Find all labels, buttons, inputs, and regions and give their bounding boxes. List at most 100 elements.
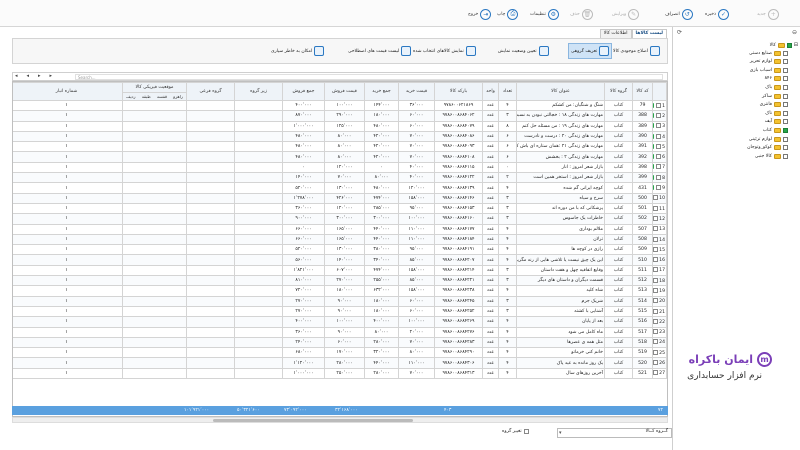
tree-checkbox[interactable] <box>783 59 788 65</box>
cell-barcode[interactable]: ۹۷۸۶۰۰۸۶۸۴۲۱۴ <box>434 264 483 277</box>
cell-group[interactable]: کتاب <box>604 161 633 174</box>
cell-qty[interactable]: ۰ <box>498 161 517 174</box>
cell-code[interactable]: 390 <box>632 130 653 143</box>
cell-unit[interactable]: عدد <box>482 99 499 112</box>
cell-qty[interactable]: ۴ <box>498 254 517 266</box>
row-checkbox[interactable] <box>655 154 661 160</box>
tree-checkbox[interactable] <box>786 42 792 48</box>
chevron-down-icon[interactable]: ▾ <box>559 430 562 436</box>
cell-sell[interactable]: ۱۶۵٬۰۰۰ <box>324 223 365 235</box>
cell-code[interactable]: 517 <box>632 326 653 338</box>
table-row[interactable]: 16 510 کتاب این یک چیق نیست یا تلاشی هایی … <box>13 254 667 266</box>
cell-empty[interactable] <box>186 244 235 256</box>
table-row[interactable]: 13 507 کتاب ملالم بوداری ۴ عدد ۹۷۸۶۰۰۸۶۸۴۱۷۷ ۱… <box>13 223 667 235</box>
cell-unit[interactable]: عدد <box>482 254 499 266</box>
cell-empty[interactable] <box>186 223 235 235</box>
cell-qty[interactable]: ۴ <box>498 244 517 256</box>
add-button[interactable]: + جدید <box>757 4 779 24</box>
cell-wh[interactable]: ۱ <box>13 264 123 277</box>
col-header-9[interactable]: قیمت فروش <box>324 82 365 101</box>
search-input[interactable]: Search... <box>75 74 663 80</box>
row-selector[interactable]: 22 <box>652 316 667 328</box>
cell-group[interactable]: کتاب <box>604 223 633 235</box>
cell-group[interactable]: کتاب <box>604 275 633 287</box>
tree-checkbox[interactable] <box>783 119 788 125</box>
cell-wh[interactable]: ۱ <box>13 305 123 318</box>
row-checkbox[interactable] <box>653 267 658 273</box>
cell-unit[interactable]: عدد <box>482 172 499 184</box>
row-selector[interactable]: 4 <box>652 130 667 143</box>
cell-qty[interactable]: ۶ <box>498 151 517 163</box>
cell-empty[interactable] <box>186 264 235 277</box>
cell-code[interactable]: 388 <box>632 110 653 122</box>
cell-empty[interactable] <box>122 285 187 297</box>
cell-group[interactable]: کتاب <box>604 326 633 338</box>
cell-wh[interactable]: ۱ <box>13 233 123 246</box>
row-checkbox[interactable] <box>655 123 661 129</box>
row-selector[interactable]: 11 <box>652 202 667 215</box>
cell-buy[interactable]: ۱۰۰٬۰۰۰ <box>398 316 435 328</box>
cell-title[interactable]: آخرین روزهای سال <box>516 367 605 380</box>
cell-empty[interactable] <box>186 367 235 380</box>
cell-sell[interactable]: ۲۹۰٬۰۰۰ <box>324 110 365 122</box>
cell-group[interactable]: کتاب <box>604 367 633 380</box>
table-row[interactable]: 14 508 کتاب ترلان ۴ عدد ۹۷۸۶۰۰۸۶۸۴۱۸۴ ۱۱۰٬۰۰۰ ۴… <box>13 233 667 246</box>
cell-group[interactable]: کتاب <box>604 347 633 359</box>
cell-sellsum[interactable]: ۶۸۰٬۰۰۰ <box>282 347 325 359</box>
cell-group[interactable]: کتاب <box>604 130 633 143</box>
table-row[interactable]: 24 518 کتاب مثل همه ی عصرها ۴ عدد ۹۷۸۶۰۰۸۶۸۴۲… <box>13 336 667 349</box>
cell-code[interactable]: 515 <box>632 305 653 318</box>
cell-title[interactable]: یک روز مانده به عید پاک <box>516 357 605 369</box>
tree-checkbox[interactable] <box>783 127 788 133</box>
tree-item[interactable]: صنایع دستی <box>673 49 798 57</box>
cell-title[interactable]: مهارت های زندگی ۲ : بخشش <box>516 151 605 163</box>
cell-sellsum[interactable]: ۱٬۱۲۰٬۰۰۰ <box>282 357 325 369</box>
cell-empty[interactable] <box>234 244 283 256</box>
cell-empty[interactable] <box>186 233 235 246</box>
exit-button[interactable]: ⇥ خروج <box>468 4 492 24</box>
cell-empty[interactable] <box>186 305 235 318</box>
cell-qty[interactable]: ۳ <box>498 275 517 287</box>
cell-empty[interactable] <box>234 326 283 338</box>
cell-buysum[interactable]: ۶۳۲٬۰۰۰ <box>364 285 399 297</box>
col-header-14[interactable]: شماره انبار <box>13 82 123 101</box>
cell-title[interactable]: مهارت های زندگی ۱۹ : من مسئله حل کنم <box>516 120 605 132</box>
cell-buy[interactable]: ۱۱۰٬۰۰۰ <box>398 233 435 246</box>
cell-buysum[interactable]: ۲۸۰٬۰۰۰ <box>364 367 399 380</box>
cell-buysum[interactable]: ۲۸۵٬۰۰۰ <box>364 202 399 215</box>
settings-button[interactable]: ⚙ تنظیمات <box>530 4 559 24</box>
col-header-10[interactable]: جمع فروش <box>282 82 325 101</box>
cell-qty[interactable]: ۳ <box>498 110 517 122</box>
cell-buy[interactable]: ۷۰٬۰۰۰ <box>398 141 435 153</box>
cell-barcode[interactable]: ۹۷۸۶۰۰۸۶۸۴۱۲۲ <box>434 172 483 184</box>
cell-group[interactable]: کتاب <box>604 99 633 112</box>
tree-item[interactable]: کالا جنبی <box>673 152 798 160</box>
cell-sell[interactable]: ۱۸۰٬۰۰۰ <box>324 285 365 297</box>
minus-icon[interactable]: ⊟ <box>794 42 798 48</box>
cell-group[interactable]: کتاب <box>604 151 633 163</box>
cell-buysum[interactable]: ۰ <box>364 161 399 174</box>
cell-unit[interactable]: عدد <box>482 316 499 328</box>
row-checkbox[interactable] <box>653 329 658 335</box>
cell-buysum[interactable]: ۱۸۰٬۰۰۰ <box>364 295 399 307</box>
cell-title[interactable]: مهارت های زندگی ۱۸ : خجالتی نبودن به نسب… <box>516 110 605 122</box>
cell-title[interactable]: وقایع اتفاقیه چهل و هفت داستان <box>516 264 605 277</box>
cell-unit[interactable]: عدد <box>482 233 499 246</box>
cell-buy[interactable]: ۱۰۰٬۰۰۰ <box>398 213 435 225</box>
cell-sellsum[interactable]: ۲۷۰٬۰۰۰ <box>282 295 325 307</box>
cell-empty[interactable] <box>122 295 187 307</box>
cell-buy[interactable]: ۸۰٬۰۰۰ <box>398 347 435 359</box>
cell-barcode[interactable]: ۹۷۸۶۰۰۸۶۸۴۰۸۶ <box>434 130 483 143</box>
cell-wh[interactable]: ۱ <box>13 285 123 297</box>
cell-qty[interactable]: ۴ <box>498 285 517 297</box>
cell-empty[interactable] <box>234 367 283 380</box>
row-selector[interactable]: 20 <box>652 295 667 307</box>
edit-button[interactable]: ✎ ویرایش <box>612 4 640 24</box>
cell-buy[interactable]: ۲۰٬۰۰۰ <box>398 326 435 338</box>
cell-group[interactable]: کتاب <box>604 264 633 277</box>
table-row[interactable]: 5 391 کتاب مهارت های زندگی ۲۱ :همان ستاره … <box>13 141 667 153</box>
action-button-3[interactable]: نمایش کالاهای انتخاب شده <box>413 43 476 59</box>
cell-empty[interactable] <box>186 357 235 369</box>
cell-code[interactable]: 514 <box>632 295 653 307</box>
cell-qty[interactable]: ۴ <box>498 357 517 369</box>
